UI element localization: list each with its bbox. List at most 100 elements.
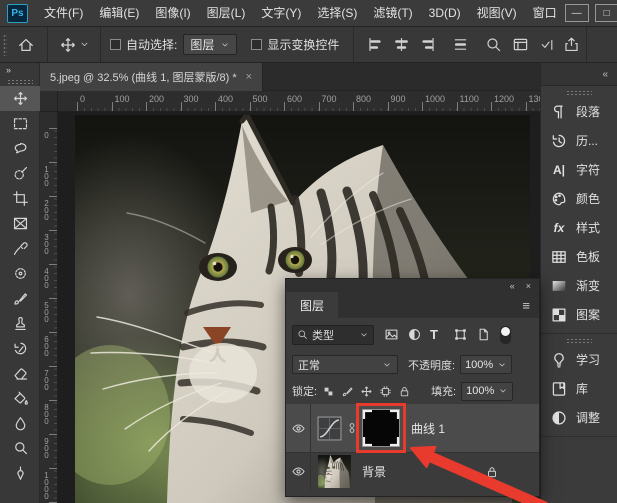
align-center-icon[interactable] — [393, 36, 410, 53]
chevron-down-icon[interactable] — [79, 39, 90, 50]
visibility-toggle[interactable] — [286, 404, 311, 452]
move-tool[interactable] — [0, 86, 40, 111]
menu-item-1[interactable]: 编辑(E) — [91, 0, 147, 26]
workspace-icon[interactable] — [512, 36, 529, 53]
panel-item-gradients[interactable]: 渐变 — [541, 271, 617, 300]
layers-filter-row: 类型 T — [286, 318, 539, 351]
blend-mode-dropdown[interactable]: 正常 — [292, 355, 398, 374]
brush-tool[interactable] — [0, 286, 40, 311]
align-right-icon[interactable] — [419, 36, 436, 53]
panel-item-label: 字符 — [576, 161, 600, 178]
panel-item-history[interactable]: 历... — [541, 126, 617, 155]
panel-item-character[interactable]: A|字符 — [541, 155, 617, 184]
panel-item-paragraph[interactable]: 段落 — [541, 97, 617, 126]
drag-handle[interactable] — [566, 338, 592, 343]
layer-row-curves[interactable]: 曲线 1 — [286, 404, 539, 452]
filter-pixel-layers-icon[interactable] — [384, 327, 399, 342]
auto-select-mode-dropdown[interactable]: 图层 — [183, 34, 237, 55]
horizontal-ruler[interactable]: 0100200300400500600700800900100011001200… — [58, 91, 540, 112]
quick-selection-tool[interactable] — [0, 161, 40, 186]
menu-item-6[interactable]: 滤镜(T) — [365, 0, 420, 26]
move-tool-preset-icon[interactable] — [59, 36, 77, 54]
menu-item-5[interactable]: 选择(S) — [309, 0, 365, 26]
home-icon[interactable] — [17, 36, 35, 54]
frame-tool[interactable] — [0, 211, 40, 236]
blur-tool[interactable] — [0, 411, 40, 436]
drag-handle[interactable] — [7, 79, 33, 84]
dodge-tool[interactable] — [0, 436, 40, 461]
clone-stamp-tool[interactable] — [0, 311, 40, 336]
filter-shape-layers-icon[interactable] — [453, 327, 468, 342]
opacity-label: 不透明度: — [408, 357, 455, 373]
close-tab-icon[interactable]: × — [246, 71, 252, 83]
minimize-button[interactable]: — — [565, 4, 589, 22]
eraser-tool[interactable] — [0, 361, 40, 386]
commit-icon[interactable] — [539, 37, 555, 53]
maximize-button[interactable]: □ — [595, 4, 617, 22]
lock-all-icon[interactable] — [398, 385, 411, 398]
filter-type-layers-icon[interactable]: T — [430, 327, 445, 342]
expand-panel-icon[interactable]: » — [0, 63, 39, 75]
lock-artboard-icon[interactable] — [379, 385, 392, 398]
panel-item-styles[interactable]: fx样式 — [541, 213, 617, 242]
history-brush-tool[interactable] — [0, 336, 40, 361]
menu-item-7[interactable]: 3D(D) — [421, 0, 469, 26]
layer-row-background[interactable]: 背景 — [286, 452, 539, 490]
curves-adjustment-thumbnail[interactable] — [317, 416, 342, 441]
filter-toggle-pin[interactable] — [500, 326, 511, 344]
ruler-tick — [49, 128, 58, 129]
ruler-label: 300 — [184, 94, 199, 104]
ruler-tick — [526, 102, 527, 112]
panel-menu-icon[interactable]: ≡ — [522, 292, 530, 318]
show-transform-checkbox[interactable] — [251, 39, 262, 50]
panel-item-patterns[interactable]: 图案 — [541, 300, 617, 329]
lock-position-icon[interactable] — [360, 385, 373, 398]
panel-item-learn[interactable]: 学习 — [541, 345, 617, 374]
layer-mask-thumbnail[interactable] — [362, 409, 400, 447]
pen-tool[interactable] — [0, 461, 40, 486]
menu-item-2[interactable]: 图像(I) — [147, 0, 198, 26]
ruler-tick — [181, 102, 182, 112]
crop-tool[interactable] — [0, 186, 40, 211]
menu-item-0[interactable]: 文件(F) — [36, 0, 91, 26]
search-icon[interactable] — [485, 36, 502, 53]
layer-name[interactable]: 曲线 1 — [411, 420, 445, 437]
distribute-icon[interactable] — [452, 36, 469, 53]
layer-filter-dropdown[interactable]: 类型 — [292, 325, 374, 345]
rectangular-marquee-tool[interactable] — [0, 111, 40, 136]
align-left-icon[interactable] — [367, 36, 384, 53]
paint-bucket-tool[interactable] — [0, 386, 40, 411]
filter-adjustment-layers-icon[interactable] — [407, 327, 422, 342]
spot-healing-brush-tool[interactable] — [0, 261, 40, 286]
panel-item-libraries[interactable]: 库 — [541, 374, 617, 403]
lasso-tool[interactable] — [0, 136, 40, 161]
panel-item-adjustments[interactable]: 调整 — [541, 403, 617, 432]
menu-item-4[interactable]: 文字(Y) — [253, 0, 309, 26]
filter-smart-objects-icon[interactable] — [476, 327, 491, 342]
document-tab[interactable]: 5.jpeg @ 32.5% (曲线 1, 图层蒙版/8) * × — [40, 63, 263, 91]
lock-pixels-icon[interactable] — [341, 385, 354, 398]
close-panel-icon[interactable]: × — [526, 281, 532, 291]
menu-item-9[interactable]: 窗口 — [525, 0, 565, 26]
menu-item-3[interactable]: 图层(L) — [199, 0, 254, 26]
collapse-panel-icon[interactable]: « — [510, 281, 516, 291]
vertical-ruler[interactable]: 010020030040050060070080090010001100 — [40, 112, 58, 503]
eyedropper-tool[interactable] — [0, 236, 40, 261]
tab-layers[interactable]: 图层 — [286, 292, 338, 318]
lock-transparency-icon[interactable] — [322, 385, 335, 398]
background-layer-thumbnail[interactable] — [318, 455, 351, 488]
opacity-value-box[interactable]: 100% — [460, 355, 512, 374]
ruler-label: 400 — [42, 267, 51, 288]
fill-value-box[interactable]: 100% — [461, 382, 513, 401]
visibility-toggle[interactable] — [286, 453, 311, 490]
panel-item-swatches[interactable]: 色板 — [541, 242, 617, 271]
collapse-panels-icon[interactable]: « — [602, 69, 609, 80]
layer-name[interactable]: 背景 — [362, 463, 386, 480]
menu-item-8[interactable]: 视图(V) — [469, 0, 525, 26]
blend-mode-value: 正常 — [298, 357, 320, 373]
drag-handle[interactable] — [566, 90, 592, 95]
options-drag-handle[interactable] — [3, 34, 7, 56]
share-icon[interactable] — [563, 36, 580, 53]
auto-select-checkbox[interactable] — [110, 39, 121, 50]
panel-item-color[interactable]: 颜色 — [541, 184, 617, 213]
